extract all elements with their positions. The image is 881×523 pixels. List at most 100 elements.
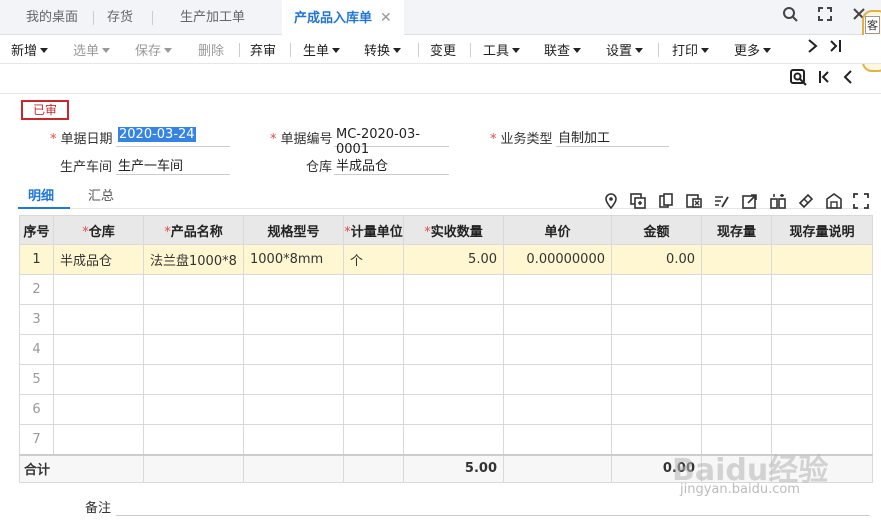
cell-product[interactable]: 法兰盘1000*8 xyxy=(143,244,244,275)
cell-warehouse[interactable] xyxy=(53,364,144,395)
cell-price[interactable] xyxy=(503,334,612,365)
abandon-review-button[interactable]: 弃审 xyxy=(250,40,276,59)
col-header-product[interactable]: *产品名称 xyxy=(143,215,244,245)
cell-amount[interactable]: 0.00 xyxy=(611,244,702,275)
cell-product[interactable] xyxy=(143,334,244,365)
chevron-right-icon[interactable] xyxy=(806,38,818,58)
doc-no-field[interactable]: MC-2020-03-0001 xyxy=(334,125,449,157)
first-record-icon[interactable] xyxy=(818,69,830,90)
search-icon[interactable] xyxy=(782,6,798,26)
cell-qty[interactable] xyxy=(403,274,504,305)
print-button[interactable]: 打印 xyxy=(672,40,710,59)
cell-qty[interactable] xyxy=(403,424,504,455)
cell-price[interactable] xyxy=(503,424,612,455)
cell-amount[interactable] xyxy=(611,274,702,305)
cell-price[interactable] xyxy=(503,304,612,335)
col-header-stock[interactable]: 现存量 xyxy=(701,215,772,245)
cell-price[interactable] xyxy=(503,364,612,395)
cell-spec[interactable] xyxy=(243,424,344,455)
cell-amount[interactable] xyxy=(611,394,702,425)
cell-unit[interactable] xyxy=(343,274,404,305)
warehouse-icon[interactable] xyxy=(826,193,844,211)
cell-unit[interactable] xyxy=(343,364,404,395)
last-page-icon[interactable] xyxy=(829,38,843,58)
generate-doc-button[interactable]: 生单 xyxy=(303,40,341,59)
doc-date-field[interactable]: 2020-03-24 xyxy=(116,125,230,147)
tab-finished-goods-receipt[interactable]: 产成品入库单 ✕ xyxy=(282,0,404,36)
col-header-stock-note[interactable]: 现存量说明 xyxy=(771,215,873,245)
table-row[interactable]: 4 xyxy=(19,334,873,365)
cell-product[interactable] xyxy=(143,304,244,335)
close-icon[interactable]: ✕ xyxy=(380,10,392,26)
cell-product[interactable] xyxy=(143,394,244,425)
new-button[interactable]: 新增 xyxy=(11,40,49,59)
cell-spec[interactable] xyxy=(243,334,344,365)
cell-unit[interactable] xyxy=(343,394,404,425)
cell-qty[interactable] xyxy=(403,334,504,365)
cell-warehouse[interactable] xyxy=(53,394,144,425)
cell-amount[interactable] xyxy=(611,364,702,395)
cell-spec[interactable] xyxy=(243,394,344,425)
settings-button[interactable]: 设置 xyxy=(606,40,644,59)
tag-icon[interactable] xyxy=(798,193,816,211)
select-doc-button[interactable]: 选单 xyxy=(73,40,111,59)
cell-product[interactable] xyxy=(143,424,244,455)
cell-warehouse[interactable] xyxy=(53,274,144,305)
col-header-spec[interactable]: 规格型号 xyxy=(243,215,344,245)
batch-edit-icon[interactable] xyxy=(714,193,732,211)
cell-warehouse[interactable] xyxy=(53,304,144,335)
prev-record-icon[interactable] xyxy=(842,69,854,90)
table-row[interactable]: 3 xyxy=(19,304,873,335)
cell-product[interactable] xyxy=(143,364,244,395)
split-icon[interactable] xyxy=(770,193,788,211)
tab-production-order[interactable]: 生产加工单 xyxy=(180,0,245,35)
cell-price[interactable] xyxy=(503,394,612,425)
cell-unit[interactable] xyxy=(343,424,404,455)
cell-amount[interactable] xyxy=(611,304,702,335)
delete-button[interactable]: 删除 xyxy=(198,40,224,59)
col-header-warehouse[interactable]: *仓库 xyxy=(53,215,144,245)
linked-query-button[interactable]: 联查 xyxy=(544,40,582,59)
col-header-unit[interactable]: *计量单位 xyxy=(343,215,404,245)
tab-inventory[interactable]: 存货 xyxy=(107,0,133,35)
table-row[interactable]: 1 半成品仓 法兰盘1000*8 1000*8mm 个 5.00 0.00000… xyxy=(19,244,873,275)
cell-spec[interactable] xyxy=(243,364,344,395)
table-row[interactable]: 5 xyxy=(19,364,873,395)
cell-warehouse[interactable] xyxy=(53,334,144,365)
cell-qty[interactable] xyxy=(403,364,504,395)
cell-warehouse[interactable]: 半成品仓 xyxy=(53,244,144,275)
cell-warehouse[interactable] xyxy=(53,424,144,455)
warehouse-field[interactable]: 半成品仓 xyxy=(334,153,449,175)
fullscreen-icon[interactable] xyxy=(853,193,871,211)
tab-detail[interactable]: 明细 xyxy=(28,185,54,204)
cell-amount[interactable] xyxy=(611,334,702,365)
more-button[interactable]: 更多 xyxy=(734,40,772,59)
col-header-price[interactable]: 单价 xyxy=(503,215,612,245)
delete-row-icon[interactable] xyxy=(686,193,704,211)
col-header-qty[interactable]: *实收数量 xyxy=(403,215,504,245)
cell-qty[interactable] xyxy=(403,394,504,425)
tab-desktop[interactable]: 我的桌面 xyxy=(26,0,78,35)
location-pin-icon[interactable] xyxy=(603,193,621,211)
cell-unit[interactable] xyxy=(343,334,404,365)
cell-qty[interactable]: 5.00 xyxy=(403,244,504,275)
col-header-amount[interactable]: 金额 xyxy=(611,215,702,245)
add-row-icon[interactable] xyxy=(630,193,648,211)
convert-button[interactable]: 转换 xyxy=(364,40,402,59)
cell-price[interactable]: 0.00000000 xyxy=(503,244,612,275)
change-button[interactable]: 变更 xyxy=(430,40,456,59)
tab-summary[interactable]: 汇总 xyxy=(88,185,114,204)
workshop-field[interactable]: 生产一车间 xyxy=(116,153,230,175)
biz-type-field[interactable]: 自制加工 xyxy=(556,125,669,147)
cell-qty[interactable] xyxy=(403,304,504,335)
cell-spec[interactable] xyxy=(243,304,344,335)
import-icon[interactable] xyxy=(742,193,760,211)
cell-spec[interactable]: 1000*8mm xyxy=(243,244,344,275)
table-row[interactable]: 2 xyxy=(19,274,873,305)
cell-spec[interactable] xyxy=(243,274,344,305)
cell-unit[interactable] xyxy=(343,304,404,335)
remark-field[interactable] xyxy=(116,515,870,516)
cell-product[interactable] xyxy=(143,274,244,305)
save-button[interactable]: 保存 xyxy=(135,40,173,59)
col-header-seq[interactable]: 序号 xyxy=(19,215,54,245)
